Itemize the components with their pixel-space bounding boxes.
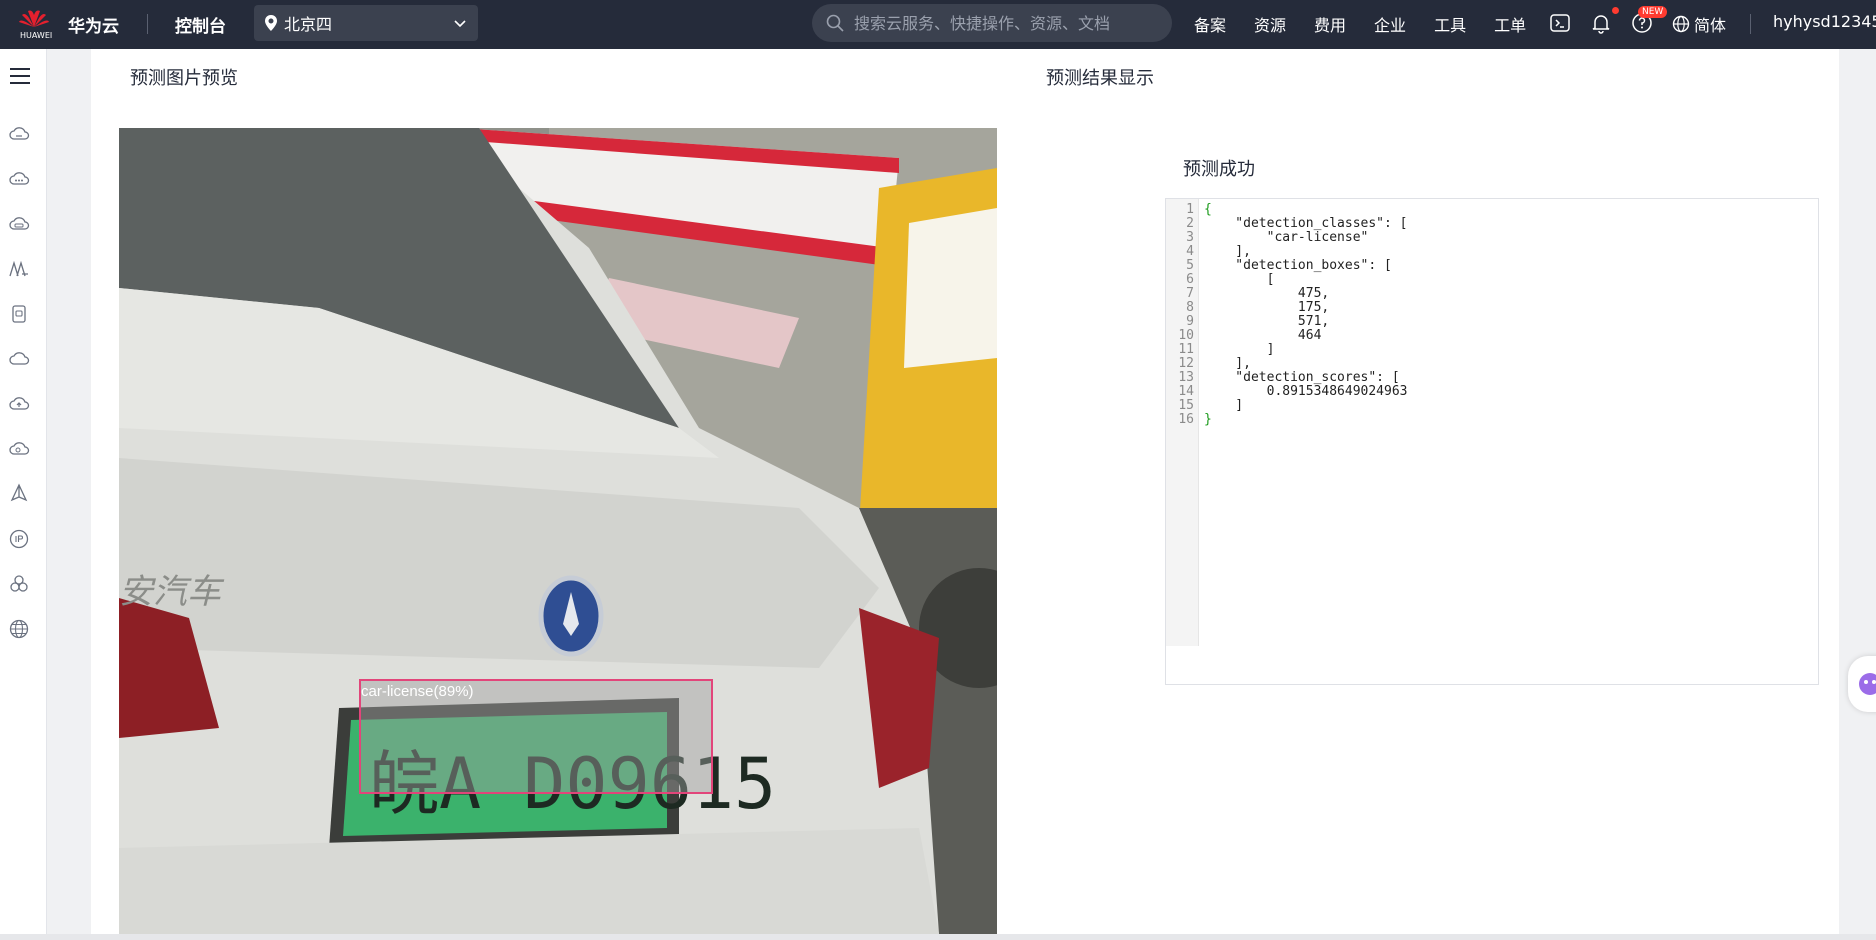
code-line: ] xyxy=(1204,398,1244,413)
line-number: 3 xyxy=(1186,230,1194,245)
code-line: "detection_scores": [ xyxy=(1204,370,1400,385)
nav-beian[interactable]: 备案 xyxy=(1194,12,1226,36)
cloud-more-icon[interactable] xyxy=(8,168,30,190)
line-number: 7 xyxy=(1186,286,1194,301)
cloud-outline-icon[interactable] xyxy=(8,348,30,370)
divider xyxy=(147,14,148,34)
search-box[interactable] xyxy=(812,4,1172,42)
line-number: 9 xyxy=(1186,314,1194,329)
code-line: "detection_classes": [ xyxy=(1204,216,1408,231)
ip-icon[interactable] xyxy=(8,528,30,550)
top-navigation-bar: HUAWEI 华为云 控制台 北京四 备案 资源 费用 企业 工具 工单 NEW… xyxy=(0,0,1876,49)
cloud-search-icon[interactable] xyxy=(8,438,30,460)
code-line: "car-license" xyxy=(1204,230,1369,245)
top-nav-links: 备案 资源 费用 企业 工具 工单 xyxy=(1194,12,1554,36)
search-icon xyxy=(826,14,844,32)
code-line: { xyxy=(1204,202,1212,217)
chevron-down-icon xyxy=(454,20,466,28)
network-icon[interactable] xyxy=(8,483,30,505)
line-number: 15 xyxy=(1178,398,1194,413)
json-result-editor[interactable]: 1 2 3 4 5 6 7 8 9 10 11 12 13 14 15 16 {… xyxy=(1165,198,1819,685)
nav-resources[interactable]: 资源 xyxy=(1254,12,1286,36)
code-line: } xyxy=(1204,412,1212,427)
code-line: ] xyxy=(1204,342,1275,357)
prediction-status: 预测成功 xyxy=(1183,159,1255,180)
code-line: 0.8915348649024963 xyxy=(1204,384,1408,399)
code-line: 175, xyxy=(1204,300,1330,315)
svg-text:安汽车: 安汽车 xyxy=(119,572,225,612)
code-line: ], xyxy=(1204,356,1251,371)
new-badge: NEW xyxy=(1638,6,1668,18)
globe-network-icon[interactable] xyxy=(8,618,30,640)
notification-dot xyxy=(1612,7,1619,14)
line-number: 10 xyxy=(1178,328,1194,343)
json-code: { "detection_classes": [ "car-license" ]… xyxy=(1204,203,1408,427)
divider xyxy=(1750,14,1751,34)
nav-tickets[interactable]: 工单 xyxy=(1494,12,1526,36)
code-line: 464 xyxy=(1204,328,1322,343)
cloud-upload-icon[interactable] xyxy=(8,393,30,415)
line-number: 14 xyxy=(1178,384,1194,399)
left-sidebar xyxy=(0,49,47,940)
console-link[interactable]: 控制台 xyxy=(175,12,226,37)
language-label: 简体 xyxy=(1694,16,1727,35)
line-number: 8 xyxy=(1186,300,1194,315)
bottom-scrollbar[interactable] xyxy=(0,934,1876,940)
assistant-icon xyxy=(1859,673,1876,695)
globe-icon xyxy=(1672,15,1690,33)
floating-assistant-button[interactable] xyxy=(1848,656,1876,712)
nav-billing[interactable]: 费用 xyxy=(1314,12,1346,36)
line-number-gutter: 1 2 3 4 5 6 7 8 9 10 11 12 13 14 15 16 xyxy=(1166,199,1199,646)
region-selector[interactable]: 北京四 xyxy=(254,5,478,41)
language-switch[interactable]: 简体 xyxy=(1672,12,1726,36)
detection-label: car-license(89%) xyxy=(361,683,474,700)
line-number: 6 xyxy=(1186,272,1194,287)
logo-text: HUAWEI xyxy=(20,31,53,40)
nav-enterprise[interactable]: 企业 xyxy=(1374,12,1406,36)
brand-name[interactable]: 华为云 xyxy=(68,12,119,37)
result-title: 预测结果显示 xyxy=(1046,68,1154,89)
code-line: 571, xyxy=(1204,314,1330,329)
model-icon[interactable] xyxy=(8,258,30,280)
code-line: [ xyxy=(1204,272,1275,287)
cloud-icon[interactable] xyxy=(8,123,30,145)
prediction-image-preview: 皖A D09615 安汽车 car-license(89%) xyxy=(119,128,997,934)
line-number: 12 xyxy=(1178,356,1194,371)
car-photo: 皖A D09615 安汽车 xyxy=(119,128,997,934)
region-label: 北京四 xyxy=(284,15,333,34)
line-number: 1 xyxy=(1186,202,1194,217)
line-number: 13 xyxy=(1178,370,1194,385)
main-content: 预测图片预览 预测结果显示 皖A D09615 安汽车 car-license(… xyxy=(91,49,1839,934)
code-line: "detection_boxes": [ xyxy=(1204,258,1392,273)
preview-title: 预测图片预览 xyxy=(130,68,238,89)
search-input[interactable] xyxy=(854,13,1154,33)
line-number: 11 xyxy=(1178,342,1194,357)
clipboard-icon[interactable] xyxy=(8,303,30,325)
line-number: 2 xyxy=(1186,216,1194,231)
nav-tools[interactable]: 工具 xyxy=(1434,12,1466,36)
bell-icon[interactable] xyxy=(1590,12,1612,34)
cloud-dots-icon[interactable] xyxy=(8,213,30,235)
cluster-icon[interactable] xyxy=(8,573,30,595)
user-account[interactable]: hyhysd123456 xyxy=(1773,12,1876,31)
hamburger-menu-icon[interactable] xyxy=(9,66,31,86)
location-pin-icon xyxy=(265,15,277,31)
line-number: 4 xyxy=(1186,244,1194,259)
line-number: 5 xyxy=(1186,258,1194,273)
line-number: 16 xyxy=(1178,412,1194,427)
code-line: ], xyxy=(1204,244,1251,259)
code-line: 475, xyxy=(1204,286,1330,301)
terminal-icon[interactable] xyxy=(1549,12,1571,34)
